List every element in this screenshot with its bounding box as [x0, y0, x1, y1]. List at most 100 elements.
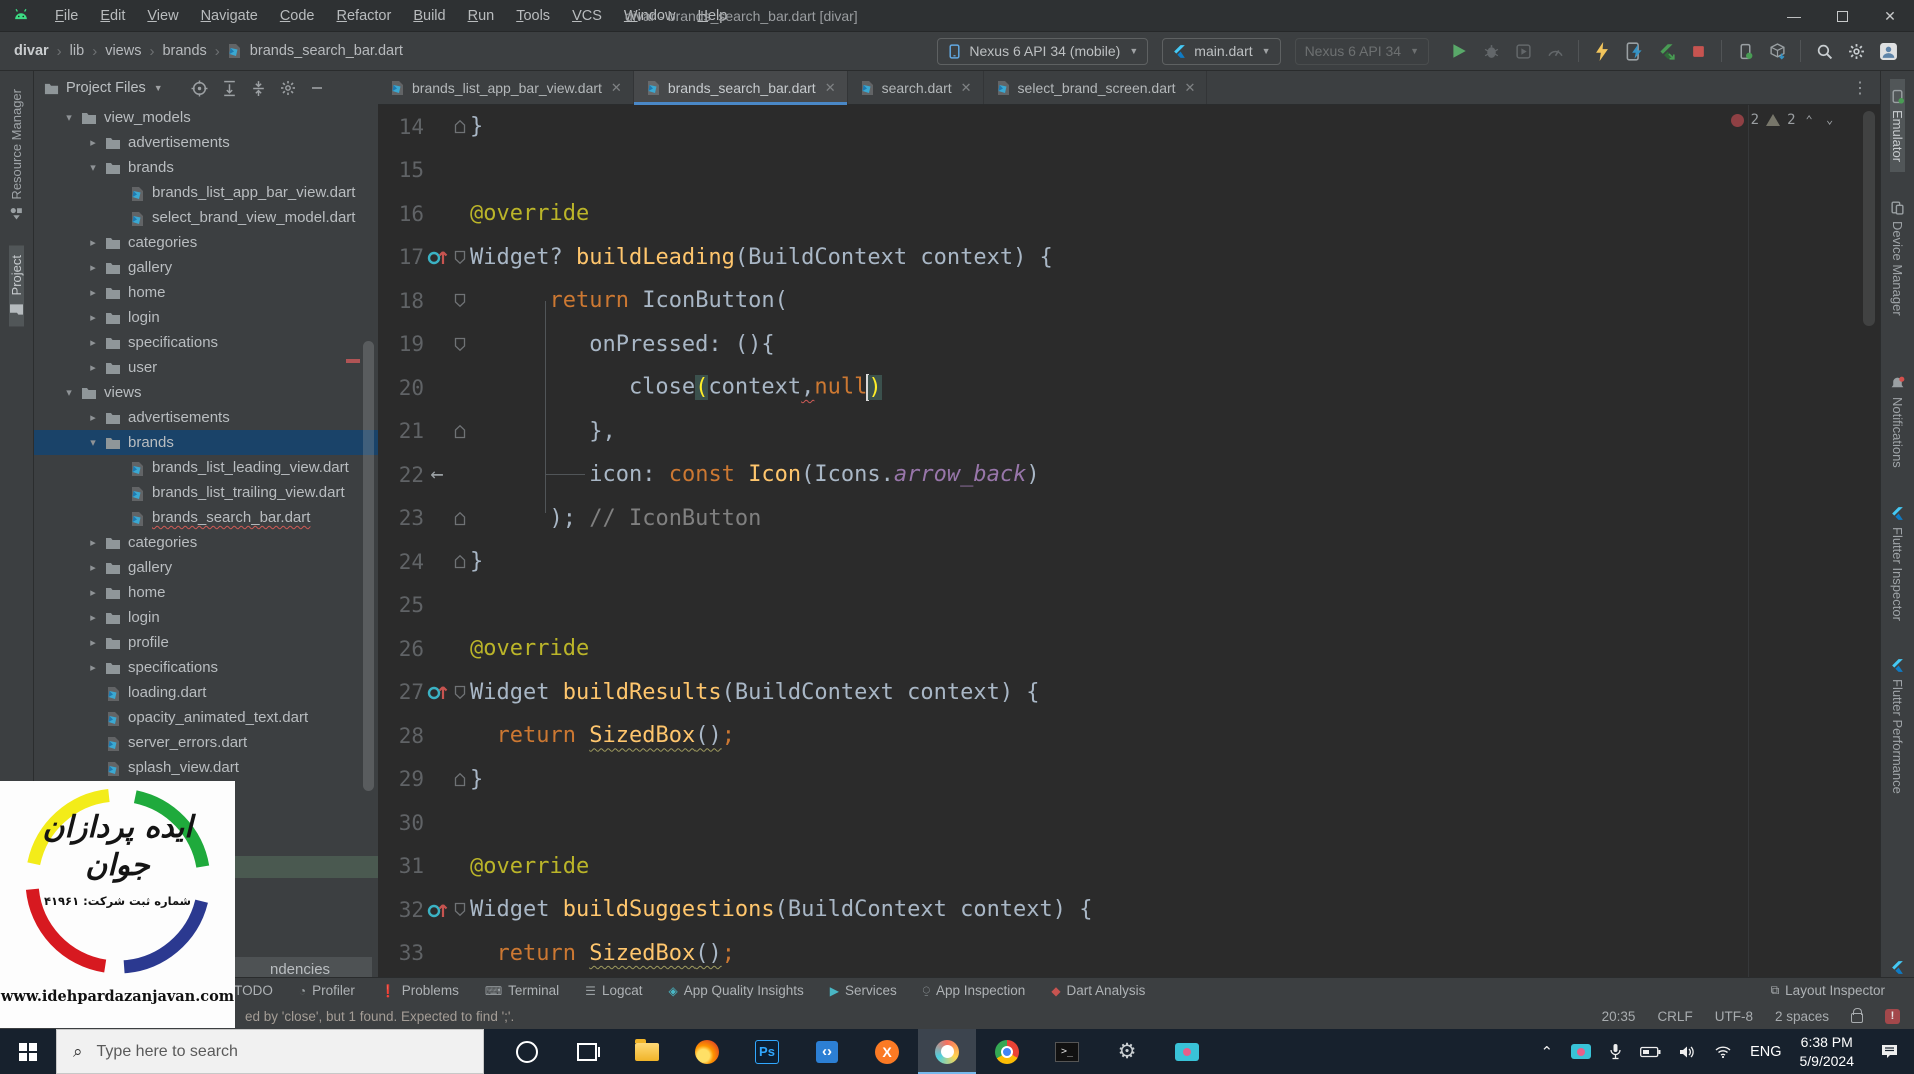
- tab-close-icon[interactable]: ✕: [825, 80, 836, 96]
- code-line-31[interactable]: 31 @override: [378, 845, 1880, 889]
- code-line-17[interactable]: 17 Widget? buildLeading(BuildContext cont…: [378, 236, 1880, 280]
- tool-window-button-project[interactable]: Project: [9, 244, 24, 327]
- tool-window-button-notifications[interactable]: Notifications: [1890, 366, 1905, 478]
- gear-icon[interactable]: [280, 80, 296, 96]
- code-line-14[interactable]: 14}: [378, 105, 1880, 149]
- menu-vcs[interactable]: VCS: [561, 0, 613, 32]
- tool-window-button-device-manager[interactable]: Device Manager: [1890, 190, 1905, 326]
- tool-window-button-emulator[interactable]: Emulator: [1890, 79, 1905, 173]
- tree-row-specifications[interactable]: ▸ specifications: [34, 330, 378, 355]
- taskbar-app-xampp[interactable]: X: [858, 1029, 916, 1074]
- chevron-right-icon[interactable]: ▸: [86, 586, 100, 599]
- menu-code[interactable]: Code: [269, 0, 326, 32]
- fold-marker-icon[interactable]: [450, 511, 470, 526]
- tree-row-user[interactable]: ▸ user: [34, 355, 378, 380]
- microphone-icon[interactable]: [1609, 1043, 1622, 1060]
- profile-avatar-icon[interactable]: [1875, 38, 1901, 64]
- flutter-attach-icon[interactable]: [1653, 38, 1679, 64]
- taskbar-app-chrome[interactable]: [978, 1029, 1036, 1074]
- project-scrollbar[interactable]: [363, 341, 374, 791]
- tool-window-button-dart-analysis[interactable]: ◆ Dart Analysis: [1038, 983, 1158, 998]
- maximize-button[interactable]: [1818, 0, 1866, 32]
- profiler-icon[interactable]: [1542, 38, 1568, 64]
- project-view-selector[interactable]: Project Files: [66, 80, 146, 96]
- code-line-24[interactable]: 24}: [378, 540, 1880, 584]
- tool-window-button-resource-manager[interactable]: Resource Manager: [9, 79, 24, 231]
- tool-window-button-terminal[interactable]: ⌨ Terminal: [472, 983, 572, 998]
- stop-icon[interactable]: [1685, 38, 1711, 64]
- breadcrumb-file[interactable]: brands_search_bar.dart: [248, 43, 405, 59]
- hide-icon[interactable]: [310, 81, 324, 95]
- tree-row-loading-dart[interactable]: loading.dart: [34, 680, 378, 705]
- code-line-30[interactable]: 30: [378, 801, 1880, 845]
- code-line-22[interactable]: 22 ← icon: const Icon(Icons.arrow_back): [378, 453, 1880, 497]
- tree-row-views[interactable]: ▾ views: [34, 380, 378, 405]
- menu-build[interactable]: Build: [402, 0, 456, 32]
- menu-file[interactable]: File: [44, 0, 89, 32]
- code-line-23[interactable]: 23 ); // IconButton: [378, 497, 1880, 541]
- tree-row-advertisements[interactable]: ▸ advertisements: [34, 405, 378, 430]
- run-coverage-icon[interactable]: [1510, 38, 1536, 64]
- close-button[interactable]: ✕: [1866, 0, 1914, 32]
- chevron-up-icon[interactable]: ⌃: [1541, 1043, 1554, 1061]
- chevron-right-icon[interactable]: ▸: [86, 661, 100, 674]
- code-line-32[interactable]: 32 Widget buildSuggestions(BuildContext c…: [378, 888, 1880, 932]
- fold-marker-icon[interactable]: [450, 772, 470, 787]
- hot-reload-icon[interactable]: [1589, 38, 1615, 64]
- taskbar-app-terminal[interactable]: >_: [1038, 1029, 1096, 1074]
- tree-row-home[interactable]: ▸ home: [34, 580, 378, 605]
- code-line-18[interactable]: 18 return IconButton(: [378, 279, 1880, 323]
- editor-scrollbar[interactable]: [1863, 111, 1875, 326]
- tree-row-gallery[interactable]: ▸ gallery: [34, 255, 378, 280]
- run-icon[interactable]: [1446, 38, 1472, 64]
- next-problem-chevron[interactable]: ⌃: [1823, 113, 1836, 127]
- code-line-16[interactable]: 16 @override: [378, 192, 1880, 236]
- tab-select_brand_screen-dart[interactable]: select_brand_screen.dart ✕: [984, 71, 1208, 104]
- file-encoding[interactable]: UTF-8: [1715, 1009, 1753, 1024]
- tree-row-brands[interactable]: ▾ brands: [34, 155, 378, 180]
- tool-window-button-flutter-performance[interactable]: Flutter Performance: [1890, 648, 1905, 804]
- taskbar-app-vscode[interactable]: ‹›: [798, 1029, 856, 1074]
- battery-icon[interactable]: [1640, 1046, 1661, 1058]
- tab-options-icon[interactable]: ⋮: [1840, 78, 1880, 98]
- code-editor[interactable]: 2 2 ⌃ ⌃ 14} 15 16 @override 17 Widget? buildL…: [378, 105, 1880, 977]
- tab-close-icon[interactable]: ✕: [1185, 80, 1196, 96]
- taskbar-app-task-view[interactable]: [558, 1029, 616, 1074]
- code-line-26[interactable]: 26 @override: [378, 627, 1880, 671]
- overrides-method-icon[interactable]: [424, 247, 450, 267]
- code-line-33[interactable]: 33 return SizedBox();: [378, 932, 1880, 976]
- fold-marker-icon[interactable]: [450, 250, 470, 265]
- tree-row-gallery[interactable]: ▸ gallery: [34, 555, 378, 580]
- breadcrumb-item[interactable]: lib: [68, 43, 87, 59]
- taskbar-search[interactable]: ⌕ Type here to search: [56, 1029, 484, 1074]
- menu-view[interactable]: View: [136, 0, 189, 32]
- tool-window-button-services[interactable]: ▶ Services: [817, 983, 910, 998]
- chevron-down-icon[interactable]: ▾: [62, 386, 76, 399]
- code-line-21[interactable]: 21 },: [378, 410, 1880, 454]
- collapse-all-icon[interactable]: [251, 80, 266, 97]
- chevron-right-icon[interactable]: ▸: [86, 411, 100, 424]
- chevron-right-icon[interactable]: ▸: [86, 261, 100, 274]
- fold-marker-icon[interactable]: [450, 424, 470, 439]
- overrides-method-icon[interactable]: [424, 682, 450, 702]
- fold-marker-icon[interactable]: [450, 902, 470, 917]
- tree-row-categories[interactable]: ▸ categories: [34, 230, 378, 255]
- taskbar-app-file-explorer[interactable]: [618, 1029, 676, 1074]
- sdk-manager-icon[interactable]: [1764, 38, 1790, 64]
- tree-row-profile[interactable]: ▸ profile: [34, 630, 378, 655]
- tool-window-button-logcat[interactable]: ☰ Logcat: [572, 983, 655, 998]
- chevron-right-icon[interactable]: ▸: [86, 311, 100, 324]
- fold-marker-icon[interactable]: [450, 293, 470, 308]
- fold-marker-icon[interactable]: [450, 685, 470, 700]
- code-line-27[interactable]: 27 Widget buildResults(BuildContext conte…: [378, 671, 1880, 715]
- tree-row-categories[interactable]: ▸ categories: [34, 530, 378, 555]
- tab-search-dart[interactable]: search.dart ✕: [848, 71, 984, 104]
- minimize-button[interactable]: —: [1770, 0, 1818, 32]
- menu-tools[interactable]: Tools: [505, 0, 561, 32]
- language-indicator[interactable]: ENG: [1750, 1044, 1781, 1060]
- tool-window-button-profiler[interactable]: ◔ Profiler: [286, 983, 368, 998]
- taskbar-app-cortana[interactable]: [498, 1029, 556, 1074]
- settings-icon[interactable]: [1843, 38, 1869, 64]
- lock-icon[interactable]: [1851, 1008, 1863, 1023]
- event-log-icon[interactable]: !: [1885, 1008, 1900, 1024]
